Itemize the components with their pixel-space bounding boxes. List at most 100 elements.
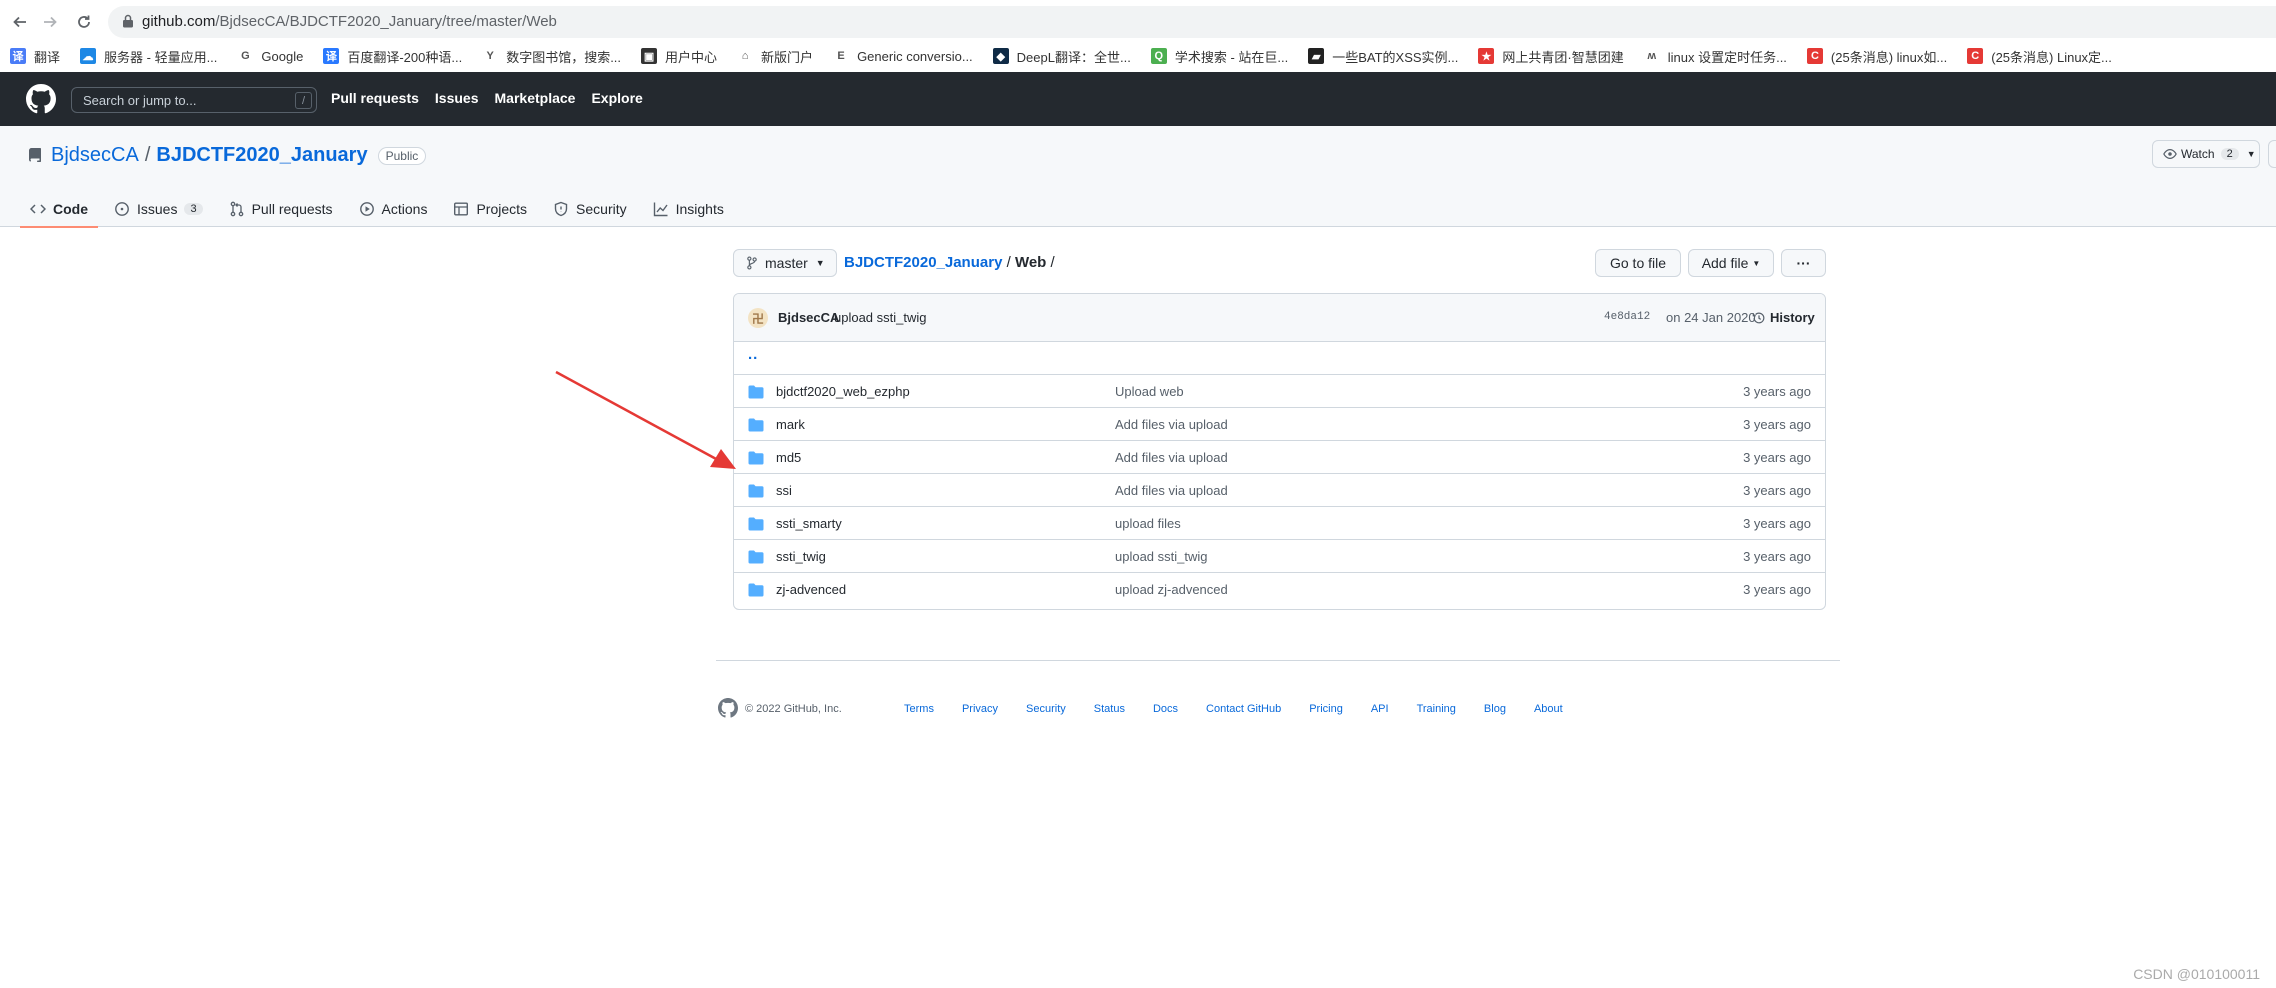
file-name-link[interactable]: md5 [776, 450, 801, 465]
watch-button[interactable]: Watch 2 ▼ [2152, 140, 2260, 168]
bookmark-item[interactable]: ʍ linux 设置定时任务... [1643, 44, 1787, 68]
tab-issues[interactable]: Issues 3 [104, 190, 213, 227]
bookmark-item[interactable]: C (25条消息) Linux定... [1967, 44, 2112, 68]
file-commit-message-link[interactable]: Add files via upload [1115, 450, 1228, 465]
tab-code[interactable]: Code [20, 190, 98, 228]
bookmark-favicon-icon: ◆ [992, 48, 1009, 64]
bookmark-item[interactable]: Q 学术搜索 - 站在巨... [1150, 44, 1289, 68]
graph-icon [653, 202, 668, 216]
breadcrumb-repo-link[interactable]: BJDCTF2020_January [844, 254, 1002, 271]
bookmark-item[interactable]: ★ 网上共青团·智慧团建 [1478, 44, 1624, 68]
footer-link-security[interactable]: Security [1026, 703, 1066, 715]
github-logo-icon[interactable] [26, 84, 56, 114]
file-name-link[interactable]: ssti_smarty [776, 516, 842, 531]
file-row[interactable]: ssti_twig upload ssti_twig 3 years ago [734, 540, 1825, 573]
go-to-file-button[interactable]: Go to file [1595, 249, 1681, 277]
footer-link-privacy[interactable]: Privacy [962, 703, 998, 715]
bookmark-item[interactable]: ⌂ 新版门户 [737, 44, 813, 68]
footer-link-docs[interactable]: Docs [1153, 703, 1178, 715]
file-commit-message-link[interactable]: upload ssti_twig [1115, 549, 1208, 564]
footer-link-about[interactable]: About [1534, 703, 1563, 715]
file-name-link[interactable]: bjdctf2020_web_ezphp [776, 384, 910, 399]
bookmark-favicon-icon: ▰ [1308, 48, 1325, 64]
global-nav-explore[interactable]: Explore [591, 90, 642, 106]
more-options-button[interactable]: ··· [1781, 249, 1826, 277]
file-commit-message-link[interactable]: upload zj-advenced [1115, 582, 1228, 597]
bookmark-favicon-icon: Q [1150, 48, 1167, 64]
footer-link-status[interactable]: Status [1094, 703, 1125, 715]
bookmark-item[interactable]: C (25条消息) linux如... [1806, 44, 1947, 68]
bookmark-label: Generic conversio... [857, 48, 973, 64]
back-button[interactable] [6, 8, 34, 36]
file-row[interactable]: md5 Add files via upload 3 years ago [734, 441, 1825, 474]
commit-author[interactable]: BjdsecCA [778, 310, 839, 325]
file-name-link[interactable]: mark [776, 417, 805, 432]
file-row[interactable]: zj-advenced upload zj-advenced 3 years ago [734, 573, 1825, 606]
forward-button[interactable] [36, 8, 64, 36]
bookmark-favicon-icon: ⌂ [737, 48, 754, 64]
address-bar[interactable]: github.com/BjdsecCA/BJDCTF2020_January/t… [108, 6, 2276, 38]
bookmark-item[interactable]: 译翻译 [10, 44, 60, 68]
file-commit-message-link[interactable]: upload files [1115, 516, 1181, 531]
file-row[interactable]: bjdctf2020_web_ezphp Upload web 3 years ag… [734, 375, 1825, 408]
file-commit-message-link[interactable]: Upload web [1115, 384, 1184, 399]
bookmark-item[interactable]: G Google [237, 44, 303, 68]
github-mark-icon[interactable] [718, 698, 738, 718]
file-commit-message-link[interactable]: Add files via upload [1115, 417, 1228, 432]
repo-name-link[interactable]: BJDCTF2020_January [156, 144, 367, 167]
history-link[interactable]: History [1752, 310, 1815, 325]
search-input[interactable]: Search or jump to... / [71, 87, 317, 113]
tab-actions[interactable]: Actions [349, 190, 438, 227]
file-row[interactable]: ssti_smarty upload files 3 years ago [734, 507, 1825, 540]
file-name-link[interactable]: ssi [776, 483, 792, 498]
bookmark-item[interactable]: ▣ 用户中心 [641, 44, 717, 68]
tab-security[interactable]: Security [543, 190, 637, 227]
bookmark-item[interactable]: ☁ 服务器 - 轻量应用... [80, 44, 217, 68]
avatar[interactable]: 卍 [748, 308, 768, 328]
tab-projects[interactable]: Projects [443, 190, 537, 227]
global-nav-marketplace[interactable]: Marketplace [495, 90, 576, 106]
footer-link-training[interactable]: Training [1417, 703, 1456, 715]
bookmark-label: 一些BAT的XSS实例... [1332, 49, 1459, 65]
file-commit-age: 3 years ago [1743, 450, 1811, 465]
footer-link-api[interactable]: API [1371, 703, 1389, 715]
footer-link-pricing[interactable]: Pricing [1309, 703, 1343, 715]
file-commit-message-link[interactable]: Add files via upload [1115, 483, 1228, 498]
tab-label: Pull requests [251, 200, 333, 217]
footer-link-terms[interactable]: Terms [904, 703, 934, 715]
bookmark-favicon-icon: G [237, 48, 254, 64]
footer-copyright: © 2022 GitHub, Inc. [745, 703, 842, 715]
file-row[interactable]: ssi Add files via upload 3 years ago [734, 474, 1825, 507]
caret-down-icon: ▼ [1752, 258, 1761, 268]
tab-label: Insights [675, 200, 724, 217]
tab-pull-requests[interactable]: Pull requests [219, 190, 343, 227]
bookmark-item[interactable]: E Generic conversio... [833, 44, 973, 68]
commit-sha[interactable]: 4e8da12 [1604, 311, 1650, 323]
bookmark-label: 新版门户 [761, 49, 814, 65]
commit-message[interactable]: upload ssti_twig [834, 310, 927, 325]
file-name-link[interactable]: ssti_twig [776, 549, 826, 564]
file-row[interactable]: mark Add files via upload 3 years ago [734, 408, 1825, 441]
tab-insights[interactable]: Insights [643, 190, 734, 227]
bookmark-item[interactable]: 译百度翻译-200种语... [323, 44, 462, 68]
global-nav-issues[interactable]: Issues [435, 90, 479, 106]
bookmark-favicon-icon: ★ [1478, 48, 1495, 64]
bookmark-item[interactable]: Y 数字图书馆，搜索... [482, 44, 621, 68]
add-file-button[interactable]: Add file ▼ [1688, 249, 1774, 277]
reload-button[interactable] [70, 8, 98, 36]
file-name-link[interactable]: zj-advenced [776, 582, 846, 597]
bookmark-item[interactable]: ◆ DeepL翻译：全世... [992, 44, 1131, 68]
commit-date: on 24 Jan 2020 [1666, 310, 1756, 325]
footer-link-blog[interactable]: Blog [1484, 703, 1506, 715]
bookmark-item[interactable]: ▰ 一些BAT的XSS实例... [1308, 44, 1458, 68]
bookmark-label: 学术搜索 - 站在巨... [1174, 49, 1289, 65]
fork-button[interactable] [2268, 140, 2276, 168]
breadcrumb-separator: / [1006, 254, 1011, 271]
tab-label: Code [53, 200, 88, 217]
branch-select-button[interactable]: master ▼ [733, 249, 837, 277]
parent-directory-link[interactable]: .. [748, 346, 758, 363]
global-nav-pull-requests[interactable]: Pull requests [331, 90, 419, 106]
parent-directory-row[interactable]: .. [734, 342, 1825, 375]
footer-link-contact-github[interactable]: Contact GitHub [1206, 703, 1281, 715]
repo-owner-link[interactable]: BjdsecCA [51, 144, 139, 167]
